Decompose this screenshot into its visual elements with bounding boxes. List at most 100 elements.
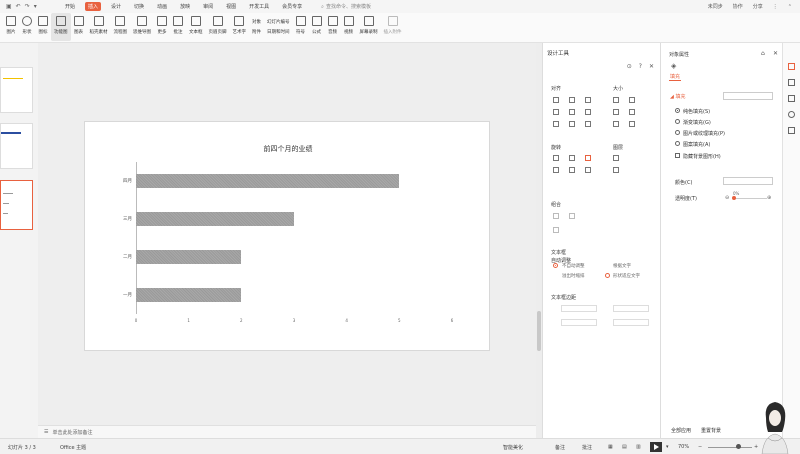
ribbon-attach[interactable]: 对象: [252, 19, 261, 25]
sorter-view-icon[interactable]: ▤: [622, 444, 627, 450]
smart-beautify-button[interactable]: 智能美化: [503, 444, 523, 451]
close-icon[interactable]: ✕: [649, 63, 654, 70]
ribbon-symbol[interactable]: 符号: [293, 13, 309, 41]
menu-slideshow[interactable]: 放映: [177, 2, 193, 11]
tab-fill[interactable]: 填充: [670, 73, 680, 80]
chart-bar[interactable]: [136, 250, 242, 264]
slide-thumb-3[interactable]: [0, 180, 33, 230]
rotate-right-icon[interactable]: [569, 155, 575, 161]
apply-all-button[interactable]: 全部应用: [671, 427, 691, 434]
ribbon-docer[interactable]: 稻壳素材: [87, 13, 111, 41]
dropdown-icon[interactable]: ▾: [34, 3, 37, 10]
flip-icon[interactable]: [569, 167, 575, 173]
share-button[interactable]: 分享: [753, 3, 763, 10]
align-bottom-icon[interactable]: [585, 109, 591, 115]
align-middle-icon[interactable]: [569, 109, 575, 115]
transparency-slider[interactable]: [733, 198, 767, 199]
distribute-v-icon[interactable]: [569, 121, 575, 127]
fill-type-select[interactable]: [723, 92, 773, 100]
help-tool-icon[interactable]: [788, 111, 795, 118]
ribbon-header-footer[interactable]: 页眉页脚: [206, 13, 230, 41]
ribbon-slide-number[interactable]: 幻灯片编号: [267, 19, 290, 25]
group-icon[interactable]: [553, 213, 559, 219]
hide-bg-checkbox[interactable]: [675, 153, 680, 158]
ribbon-screen-record[interactable]: 屏幕录制: [357, 13, 381, 41]
layout-tool-icon[interactable]: [788, 95, 795, 102]
bring-forward-icon[interactable]: [613, 155, 619, 161]
zoom-slider[interactable]: [708, 447, 752, 448]
fill-section-header[interactable]: ◢ 填充: [670, 93, 685, 100]
ribbon-icon-lib[interactable]: 图标: [35, 13, 51, 41]
slide-thumb-2[interactable]: [0, 123, 33, 169]
sync-status[interactable]: 未同步: [708, 3, 723, 10]
ribbon-formula[interactable]: 公式: [309, 13, 325, 41]
ribbon-attachment[interactable]: 附件: [252, 29, 261, 35]
same-width-icon[interactable]: [613, 97, 619, 103]
ribbon-datetime[interactable]: 日期和时间: [267, 29, 290, 35]
slide[interactable]: 前四个月的业绩 一月 二月 三月 四月 0 1 2 3 4 5 6: [84, 121, 490, 351]
comments-toggle-button[interactable]: 批注: [582, 444, 592, 451]
ribbon-mindmap[interactable]: 思维导图: [130, 13, 154, 41]
play-button[interactable]: [650, 442, 662, 452]
redo-icon[interactable]: ↷: [25, 3, 30, 10]
normal-view-icon[interactable]: ▦: [608, 444, 613, 450]
menu-view[interactable]: 视图: [223, 2, 239, 11]
ribbon-smartart[interactable]: 功能图: [51, 13, 71, 41]
chart-bar[interactable]: [136, 288, 242, 302]
scroll-thumb[interactable]: [537, 311, 541, 351]
align-left-icon[interactable]: [553, 97, 559, 103]
slide-thumb-1[interactable]: [0, 67, 33, 113]
fill-picture-radio[interactable]: [675, 130, 680, 135]
flip-v-icon[interactable]: [553, 167, 559, 173]
style-tool-icon[interactable]: [788, 79, 795, 86]
back-icon[interactable]: ⊙: [627, 63, 632, 70]
distribute-h-icon[interactable]: [553, 121, 559, 127]
align-top-icon[interactable]: [553, 109, 559, 115]
autofit-none-radio[interactable]: [553, 263, 558, 268]
menu-developer[interactable]: 开发工具: [246, 2, 272, 11]
size-a-icon[interactable]: [613, 109, 619, 115]
panel-close-icon[interactable]: ✕: [773, 50, 778, 57]
margin-right-field[interactable]: [613, 305, 649, 312]
rotate-left-icon[interactable]: [553, 155, 559, 161]
flip-h-icon[interactable]: [585, 155, 591, 161]
ribbon-chart[interactable]: 图表: [71, 13, 87, 41]
ribbon-comment[interactable]: 批注: [170, 13, 186, 41]
rotate-more-icon[interactable]: [585, 167, 591, 173]
transparency-plus-icon[interactable]: ⊕: [767, 195, 771, 201]
zoom-out-icon[interactable]: −: [698, 444, 702, 450]
regroup-icon[interactable]: [553, 227, 559, 233]
pin-icon[interactable]: ⌂: [761, 50, 765, 57]
size-d-icon[interactable]: [629, 121, 635, 127]
chart-bar[interactable]: [136, 174, 400, 188]
autofit-shape-radio[interactable]: [605, 273, 610, 278]
save-icon[interactable]: ▣: [6, 3, 12, 10]
chart-title[interactable]: 前四个月的业绩: [85, 144, 491, 154]
size-c-icon[interactable]: [613, 121, 619, 127]
fill-solid-radio[interactable]: [675, 108, 680, 113]
ribbon-more[interactable]: 更多: [154, 13, 170, 41]
ribbon-shape[interactable]: 形状: [19, 13, 35, 41]
ribbon-flowchart[interactable]: 流程图: [111, 13, 131, 41]
menu-home[interactable]: 开始: [62, 2, 78, 11]
zoom-percent[interactable]: 70%: [678, 444, 689, 450]
same-height-icon[interactable]: [629, 97, 635, 103]
assistant-avatar[interactable]: [758, 398, 792, 454]
align-right-icon[interactable]: [585, 97, 591, 103]
margin-bottom-field[interactable]: [613, 319, 649, 326]
ribbon-wordart[interactable]: 艺术字: [230, 13, 250, 41]
notes-toggle-button[interactable]: 备注: [555, 444, 565, 451]
align-center-icon[interactable]: [569, 97, 575, 103]
backup-tool-icon[interactable]: [788, 127, 795, 134]
menu-insert[interactable]: 插入: [85, 2, 102, 11]
more-icon[interactable]: ⋮: [773, 4, 778, 10]
size-b-icon[interactable]: [629, 109, 635, 115]
fill-bucket-icon[interactable]: ◈: [671, 62, 676, 70]
command-search[interactable]: ⌕ 查找命令、搜索模板: [321, 3, 371, 11]
fill-gradient-radio[interactable]: [675, 119, 680, 124]
transparency-knob[interactable]: [732, 196, 736, 200]
reset-bg-button[interactable]: 重置背景: [701, 427, 721, 434]
margin-top-field[interactable]: [561, 319, 597, 326]
reading-view-icon[interactable]: ▥: [636, 444, 641, 450]
ungroup-icon[interactable]: [569, 213, 575, 219]
